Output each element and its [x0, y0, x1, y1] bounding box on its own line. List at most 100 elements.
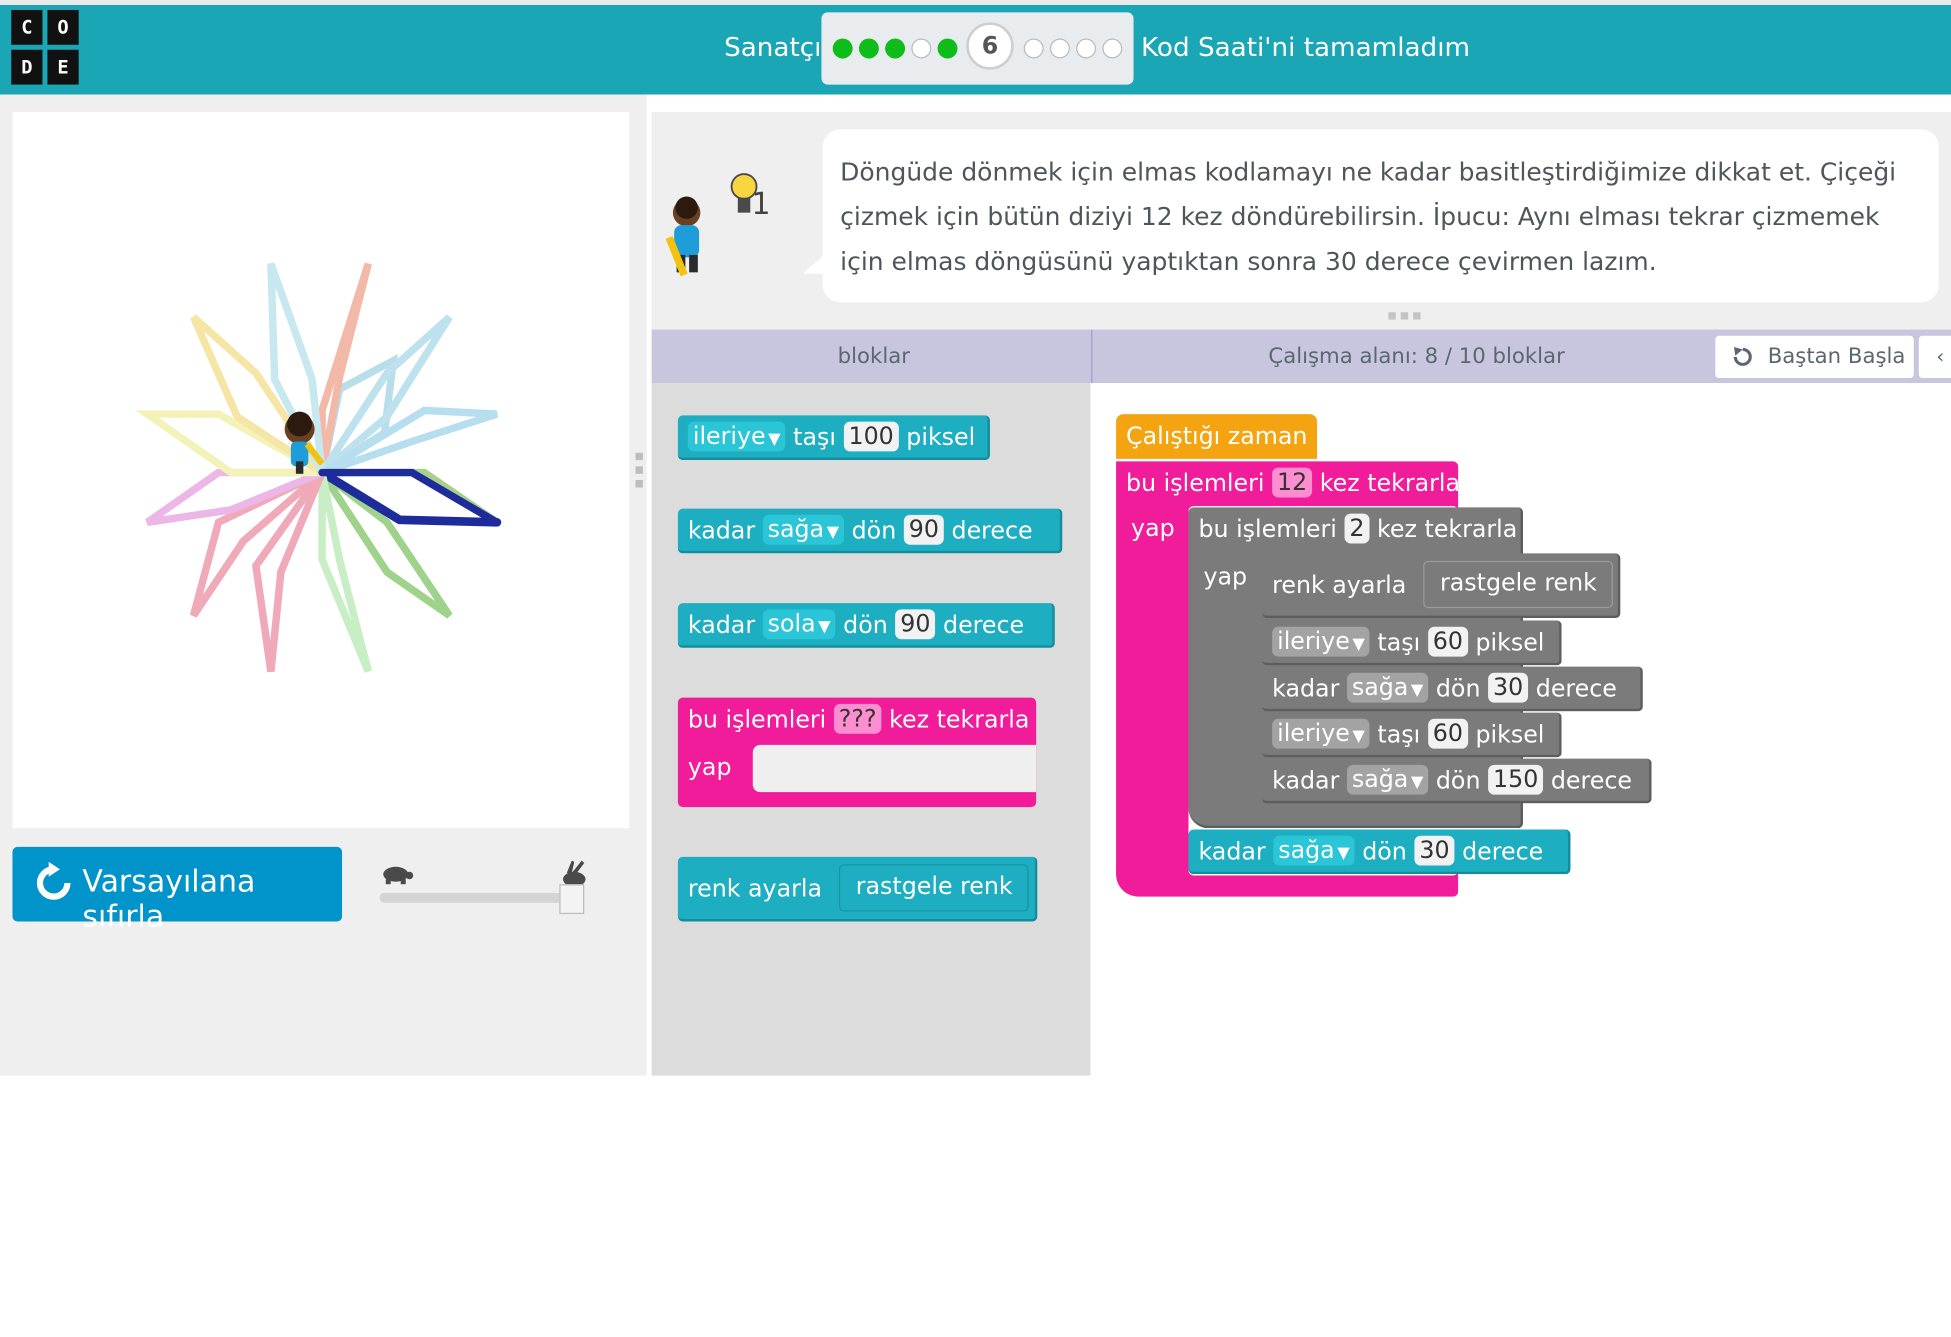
- flower-drawing: [135, 262, 502, 673]
- direction-dropdown[interactable]: sağa ▼: [1273, 835, 1355, 866]
- level-dot[interactable]: [1076, 38, 1097, 59]
- level-dot[interactable]: [1049, 38, 1070, 59]
- direction-dropdown[interactable]: ileriye ▼: [1272, 626, 1370, 657]
- block-word: kadar: [1272, 675, 1340, 703]
- show-code-button[interactable]: ‹: [1918, 335, 1951, 379]
- logo-letter: D: [11, 49, 43, 85]
- header-bar: C O D E Sanatçı 6 Kod Saati'ni tamamladı…: [0, 0, 1951, 95]
- show-code-glyph: ‹: [1936, 344, 1945, 369]
- direction-value: sağa: [1351, 766, 1409, 794]
- petal-line: [318, 406, 499, 477]
- direction-dropdown[interactable]: sağa ▼: [1346, 672, 1429, 703]
- reset-button[interactable]: Varsayılana sıfırla: [12, 846, 343, 934]
- petal-line: [318, 468, 453, 619]
- block-word: derece: [943, 611, 1025, 640]
- direction-value: ileriye: [1277, 628, 1350, 656]
- bubble-tail: [802, 253, 826, 274]
- level-dot[interactable]: [937, 38, 958, 59]
- start-over-button[interactable]: Baştan Başla: [1715, 335, 1914, 379]
- block-word: Çalıştığı zaman: [1126, 422, 1308, 451]
- level-dot[interactable]: [858, 38, 879, 59]
- direction-value: sağa: [767, 516, 825, 544]
- block-word: dön: [1435, 767, 1481, 795]
- toolbox-set-color-block[interactable]: renk ayarla rastgele renk: [677, 856, 1038, 922]
- angle-field[interactable]: 150: [1488, 764, 1544, 795]
- toolbox-turn-right-block[interactable]: kadar sağa ▼ dön 90 derece: [677, 508, 1063, 554]
- block-word: kez tekrarla: [889, 706, 1030, 734]
- block-word: taşı: [793, 424, 836, 452]
- repeat-count-field[interactable]: ???: [833, 703, 882, 734]
- header-top-line: [0, 0, 1951, 5]
- direction-dropdown[interactable]: ileriye ▼: [1272, 718, 1370, 749]
- hour-of-code-complete-link[interactable]: Kod Saati'ni tamamladım: [1141, 32, 1470, 62]
- logo-letter: O: [47, 9, 79, 45]
- speed-slider-handle[interactable]: [559, 884, 585, 915]
- block-word: piksel: [1475, 721, 1545, 749]
- when-run-block[interactable]: Çalıştığı zaman: [1116, 414, 1318, 459]
- direction-dropdown[interactable]: sola ▼: [762, 609, 836, 640]
- block-word: dön: [843, 611, 888, 640]
- artist-avatar-icon: [665, 196, 701, 277]
- move-forward-block[interactable]: ileriye ▼ taşı 60 piksel: [1262, 712, 1562, 758]
- angle-field[interactable]: 30: [1488, 672, 1529, 703]
- current-level-bubble[interactable]: 6: [966, 22, 1014, 70]
- direction-dropdown[interactable]: sağa ▼: [762, 514, 845, 545]
- turn-right-outer-block[interactable]: kadar sağa ▼ dön 30 derece: [1188, 829, 1571, 875]
- set-color-block[interactable]: renk ayarla rastgele renk: [1262, 553, 1621, 619]
- angle-field[interactable]: 90: [895, 609, 936, 640]
- toolbox-title: bloklar: [837, 344, 910, 370]
- dropdown-arrow-icon: ▼: [826, 523, 840, 543]
- logo-letter: E: [47, 49, 79, 85]
- speed-slider-track[interactable]: [379, 892, 580, 903]
- do-label: yap: [1131, 514, 1175, 543]
- block-word: kadar: [1198, 838, 1266, 866]
- move-forward-block[interactable]: ileriye ▼ taşı 60 piksel: [1262, 620, 1562, 666]
- dropdown-arrow-icon: ▼: [1410, 681, 1424, 701]
- block-word: kez tekrarla: [1319, 470, 1461, 498]
- repeat-count-field[interactable]: 12: [1272, 467, 1313, 498]
- block-word: renk ayarla: [687, 875, 822, 903]
- start-over-label: Baştan Başla: [1767, 344, 1906, 370]
- repeat-count-field[interactable]: 2: [1344, 513, 1370, 544]
- level-dot[interactable]: [885, 38, 906, 59]
- angle-field[interactable]: 90: [903, 514, 944, 545]
- block-word: kez tekrarla: [1377, 516, 1518, 544]
- block-word: taşı: [1377, 629, 1421, 657]
- turn-right-block[interactable]: kadar sağa ▼ dön 30 derece: [1262, 666, 1643, 712]
- block-word: derece: [1462, 838, 1544, 866]
- distance-field[interactable]: 100: [843, 421, 899, 452]
- puzzle-title: Sanatçı: [724, 32, 822, 63]
- direction-value: sağa: [1278, 836, 1335, 865]
- block-word: piksel: [906, 424, 976, 452]
- workspace-title: Çalışma alanı: 8 / 10 bloklar: [1268, 344, 1565, 370]
- distance-field[interactable]: 60: [1427, 626, 1468, 657]
- level-dot[interactable]: [1023, 38, 1044, 59]
- block-word: derece: [1550, 767, 1632, 795]
- block-word: derece: [1535, 675, 1617, 703]
- direction-dropdown[interactable]: ileriye ▼: [687, 421, 786, 452]
- random-color-input[interactable]: rastgele renk: [1423, 560, 1614, 608]
- turn-right-block[interactable]: kadar sağa ▼ dön 150 derece: [1262, 758, 1652, 804]
- toolbox-resize-grip[interactable]: [635, 452, 643, 488]
- block-word: bu işlemleri: [687, 706, 827, 734]
- level-dot[interactable]: [1102, 38, 1123, 59]
- block-word: taşı: [1377, 721, 1421, 749]
- level-dot[interactable]: [911, 38, 932, 59]
- distance-field[interactable]: 60: [1427, 718, 1468, 749]
- header-divider: [1091, 329, 1093, 384]
- resize-handle[interactable]: [1388, 312, 1421, 320]
- random-color-input[interactable]: rastgele renk: [839, 863, 1029, 911]
- toolbox-repeat-block[interactable]: bu işlemleri ??? kez tekrarla yap: [677, 697, 1037, 808]
- direction-value: sağa: [1351, 674, 1409, 702]
- toolbox-move-forward-block[interactable]: ileriye ▼ taşı 100 piksel: [677, 415, 990, 461]
- direction-value: sola: [767, 610, 816, 638]
- angle-field[interactable]: 30: [1414, 835, 1455, 866]
- turtle-icon: [383, 866, 414, 885]
- toolbox-turn-left-block[interactable]: kadar sola ▼ dön 90 derece: [677, 603, 1055, 648]
- level-dot[interactable]: [832, 38, 853, 59]
- color-value: rastgele renk: [855, 872, 1013, 900]
- code-org-logo[interactable]: C O D E: [11, 9, 81, 87]
- repeat-slot: [752, 744, 1037, 793]
- direction-dropdown[interactable]: sağa ▼: [1346, 764, 1429, 795]
- block-word: bu işlemleri: [1198, 516, 1337, 544]
